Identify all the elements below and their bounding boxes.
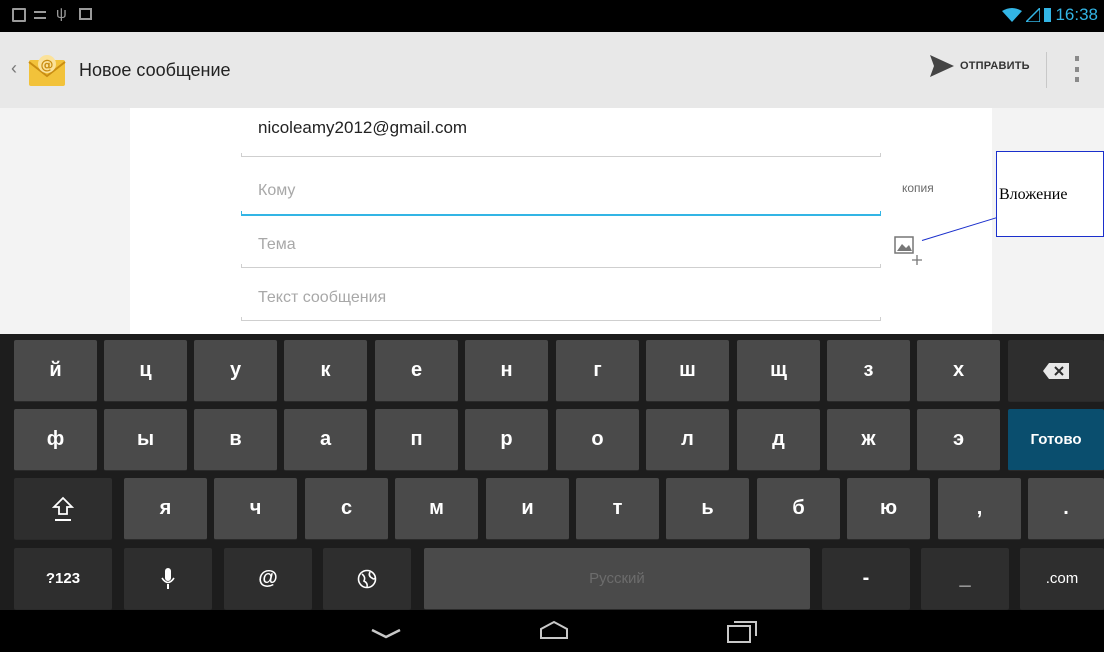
key-row2[interactable]: ф [14,409,97,471]
key-row1[interactable]: н [465,340,548,402]
battery-icon [1044,8,1052,22]
key-row3[interactable]: и [486,478,569,540]
key-row2[interactable]: э [917,409,1000,471]
attach-icon[interactable] [894,233,924,265]
underscore-key[interactable]: _ [921,548,1009,610]
subject-field[interactable] [241,230,881,260]
email-app-icon[interactable]: @ [26,50,68,92]
gallery-notification-icon [12,8,26,22]
key-row3[interactable]: ю [847,478,930,540]
key-row1[interactable]: ш [646,340,729,402]
key-row1[interactable]: х [917,340,1000,402]
signal-icon [1026,8,1041,22]
key-row3[interactable]: ь [666,478,749,540]
nav-back-icon[interactable] [356,616,416,646]
key-row1[interactable]: у [194,340,277,402]
key-row2[interactable]: д [737,409,820,471]
key-row3[interactable]: т [576,478,659,540]
dotcom-key[interactable]: .com [1020,548,1104,610]
key-row2[interactable]: л [646,409,729,471]
send-label: ОТПРАВИТЬ [960,60,1030,72]
key-row2[interactable]: ж [827,409,910,471]
wifi-icon [1002,8,1023,22]
key-row2[interactable]: в [194,409,277,471]
microphone-key[interactable] [124,548,212,610]
backspace-key[interactable] [1008,340,1104,402]
nav-recents-icon[interactable] [713,616,773,646]
overflow-menu-icon[interactable] [1075,56,1081,82]
key-row2[interactable]: ы [104,409,187,471]
body-field[interactable] [241,283,881,313]
at-key[interactable]: @ [224,548,312,610]
cc-button[interactable]: копия [902,181,934,195]
body-underline [241,317,881,321]
dash-key[interactable]: - [822,548,910,610]
subject-underline [241,264,881,268]
svg-text:@: @ [41,58,54,73]
key-row3[interactable]: , [938,478,1021,540]
space-key[interactable]: Русский [424,548,810,610]
nav-home-icon[interactable] [524,616,584,646]
key-row1[interactable]: к [284,340,367,402]
annotation-label: Вложение [999,186,1068,203]
navigation-bar [0,610,1104,652]
clock: 16:38 [1055,5,1098,24]
key-row1[interactable]: й [14,340,97,402]
usb-icon: ψ [56,5,67,22]
backspace-icon [1043,362,1069,379]
shift-icon [52,496,74,521]
from-underline [241,153,881,157]
send-button[interactable]: ОТПРАВИТЬ [930,55,1030,77]
key-row1[interactable]: г [556,340,639,402]
store-notification-icon [79,8,92,20]
language-key[interactable] [323,548,411,610]
key-row3[interactable]: ч [214,478,297,540]
key-row1[interactable]: з [827,340,910,402]
key-row3[interactable]: м [395,478,478,540]
key-row2[interactable]: а [284,409,367,471]
status-right: 16:38 [1002,5,1098,25]
key-row1[interactable]: е [375,340,458,402]
action-divider [1046,52,1047,88]
key-row1[interactable]: ц [104,340,187,402]
key-row2[interactable]: р [465,409,548,471]
key-row3[interactable]: б [757,478,840,540]
to-underline [241,211,881,216]
send-icon [930,55,954,77]
back-icon[interactable]: ‹ [11,58,17,79]
to-field[interactable] [241,176,881,206]
key-row2[interactable]: о [556,409,639,471]
key-row3[interactable]: . [1028,478,1104,540]
keyboard-notification-icon [34,11,46,19]
key-row3[interactable]: с [305,478,388,540]
globe-icon [357,569,377,588]
microphone-icon [161,567,175,589]
page-title: Новое сообщение [79,60,231,80]
shift-key[interactable] [14,478,112,540]
key-row1[interactable]: щ [737,340,820,402]
soft-keyboard: й ц у к е н г ш щ з х ф ы в а п р о л д … [0,334,1104,610]
status-bar: ψ 16:38 [0,0,1104,32]
from-address: nicoleamy2012@gmail.com [258,118,468,137]
done-key[interactable]: Готово [1008,409,1104,471]
action-bar: ‹ @ Новое сообщение ОТПРАВИТЬ [0,32,1104,108]
annotation-callout: Вложение [996,151,1104,237]
key-row2[interactable]: п [375,409,458,471]
key-row3[interactable]: я [124,478,207,540]
symbols-key[interactable]: ?123 [14,548,112,610]
